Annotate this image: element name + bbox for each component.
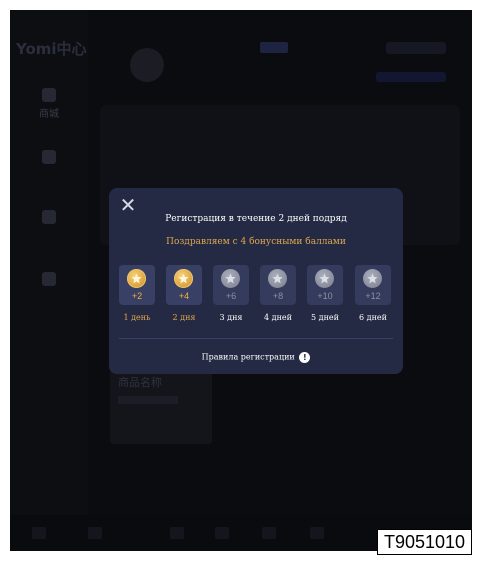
close-icon[interactable]: ✕ xyxy=(119,195,137,215)
app-logo: Yomi中心 xyxy=(16,40,87,58)
sidebar-item-shop[interactable]: 商城 xyxy=(16,88,82,120)
coin-icon xyxy=(268,269,287,288)
nav-icon xyxy=(42,150,56,164)
home-icon[interactable] xyxy=(32,527,46,539)
profile-header xyxy=(100,20,462,90)
shop-icon xyxy=(42,88,56,102)
day-label: 5 дней xyxy=(311,313,339,322)
day-points: +10 xyxy=(317,291,333,301)
grid-icon[interactable] xyxy=(88,527,102,539)
toolbar-icon[interactable] xyxy=(170,527,184,539)
coin-icon xyxy=(127,269,146,288)
sidebar-item-3[interactable] xyxy=(16,210,82,227)
day-card-4: +8 xyxy=(260,265,296,305)
status-badge xyxy=(260,42,288,53)
modal-title: Регистрация в течение 2 дней подряд xyxy=(165,214,347,224)
coin-icon xyxy=(221,269,240,288)
rules-link[interactable]: Правила регистрации ! xyxy=(109,352,403,363)
day-points: +8 xyxy=(272,291,284,301)
coin-icon xyxy=(315,269,334,288)
day-card-1: +2 xyxy=(119,265,155,305)
app-screen: Yomi中心 商城 商品名称 ✕ Регистрация в течение 2… xyxy=(10,10,472,551)
car-icon[interactable] xyxy=(310,527,324,539)
product-title: 商品名称 xyxy=(118,376,162,389)
day-points: +6 xyxy=(225,291,237,301)
day-label: 6 дней xyxy=(359,313,387,322)
settings-icon[interactable] xyxy=(215,527,229,539)
sidebar-item-4[interactable] xyxy=(16,272,82,289)
day-label: 1 день xyxy=(123,313,151,322)
day-label: 2 дня xyxy=(172,313,196,322)
day-points: +4 xyxy=(178,291,190,301)
day-label: 3 дня xyxy=(219,313,243,322)
product-meta xyxy=(118,396,178,404)
info-icon[interactable]: ! xyxy=(299,352,311,363)
header-link[interactable] xyxy=(376,72,446,82)
day-points: +12 xyxy=(365,291,381,301)
day-points: +2 xyxy=(131,291,143,301)
sidebar: Yomi中心 商城 xyxy=(10,10,88,551)
day-card-2: +4 xyxy=(166,265,202,305)
rules-label: Правила регистрации xyxy=(201,352,295,362)
coin-icon xyxy=(363,269,382,288)
header-action[interactable] xyxy=(386,42,446,54)
sidebar-item-2[interactable] xyxy=(16,150,82,167)
nav-icon xyxy=(42,210,56,224)
product-card[interactable]: 商品名称 xyxy=(110,364,212,444)
divider xyxy=(119,338,393,339)
signin-modal: ✕ Регистрация в течение 2 дней подряд По… xyxy=(109,188,403,374)
day-card-6: +12 xyxy=(355,265,391,305)
avatar[interactable] xyxy=(130,48,164,82)
screen-icon[interactable] xyxy=(262,527,276,539)
modal-subtitle: Поздравляем с 4 бонусными баллами xyxy=(166,237,346,247)
signin-days: +2 +4 +6 +8 +10 +12 xyxy=(109,265,403,307)
figure-code: T9051010 xyxy=(377,529,472,555)
day-label: 4 дней xyxy=(264,313,292,322)
coin-icon xyxy=(174,269,193,288)
sidebar-item-label: 商城 xyxy=(39,109,59,120)
day-card-5: +10 xyxy=(307,265,343,305)
nav-icon xyxy=(42,272,56,286)
day-card-3: +6 xyxy=(213,265,249,305)
